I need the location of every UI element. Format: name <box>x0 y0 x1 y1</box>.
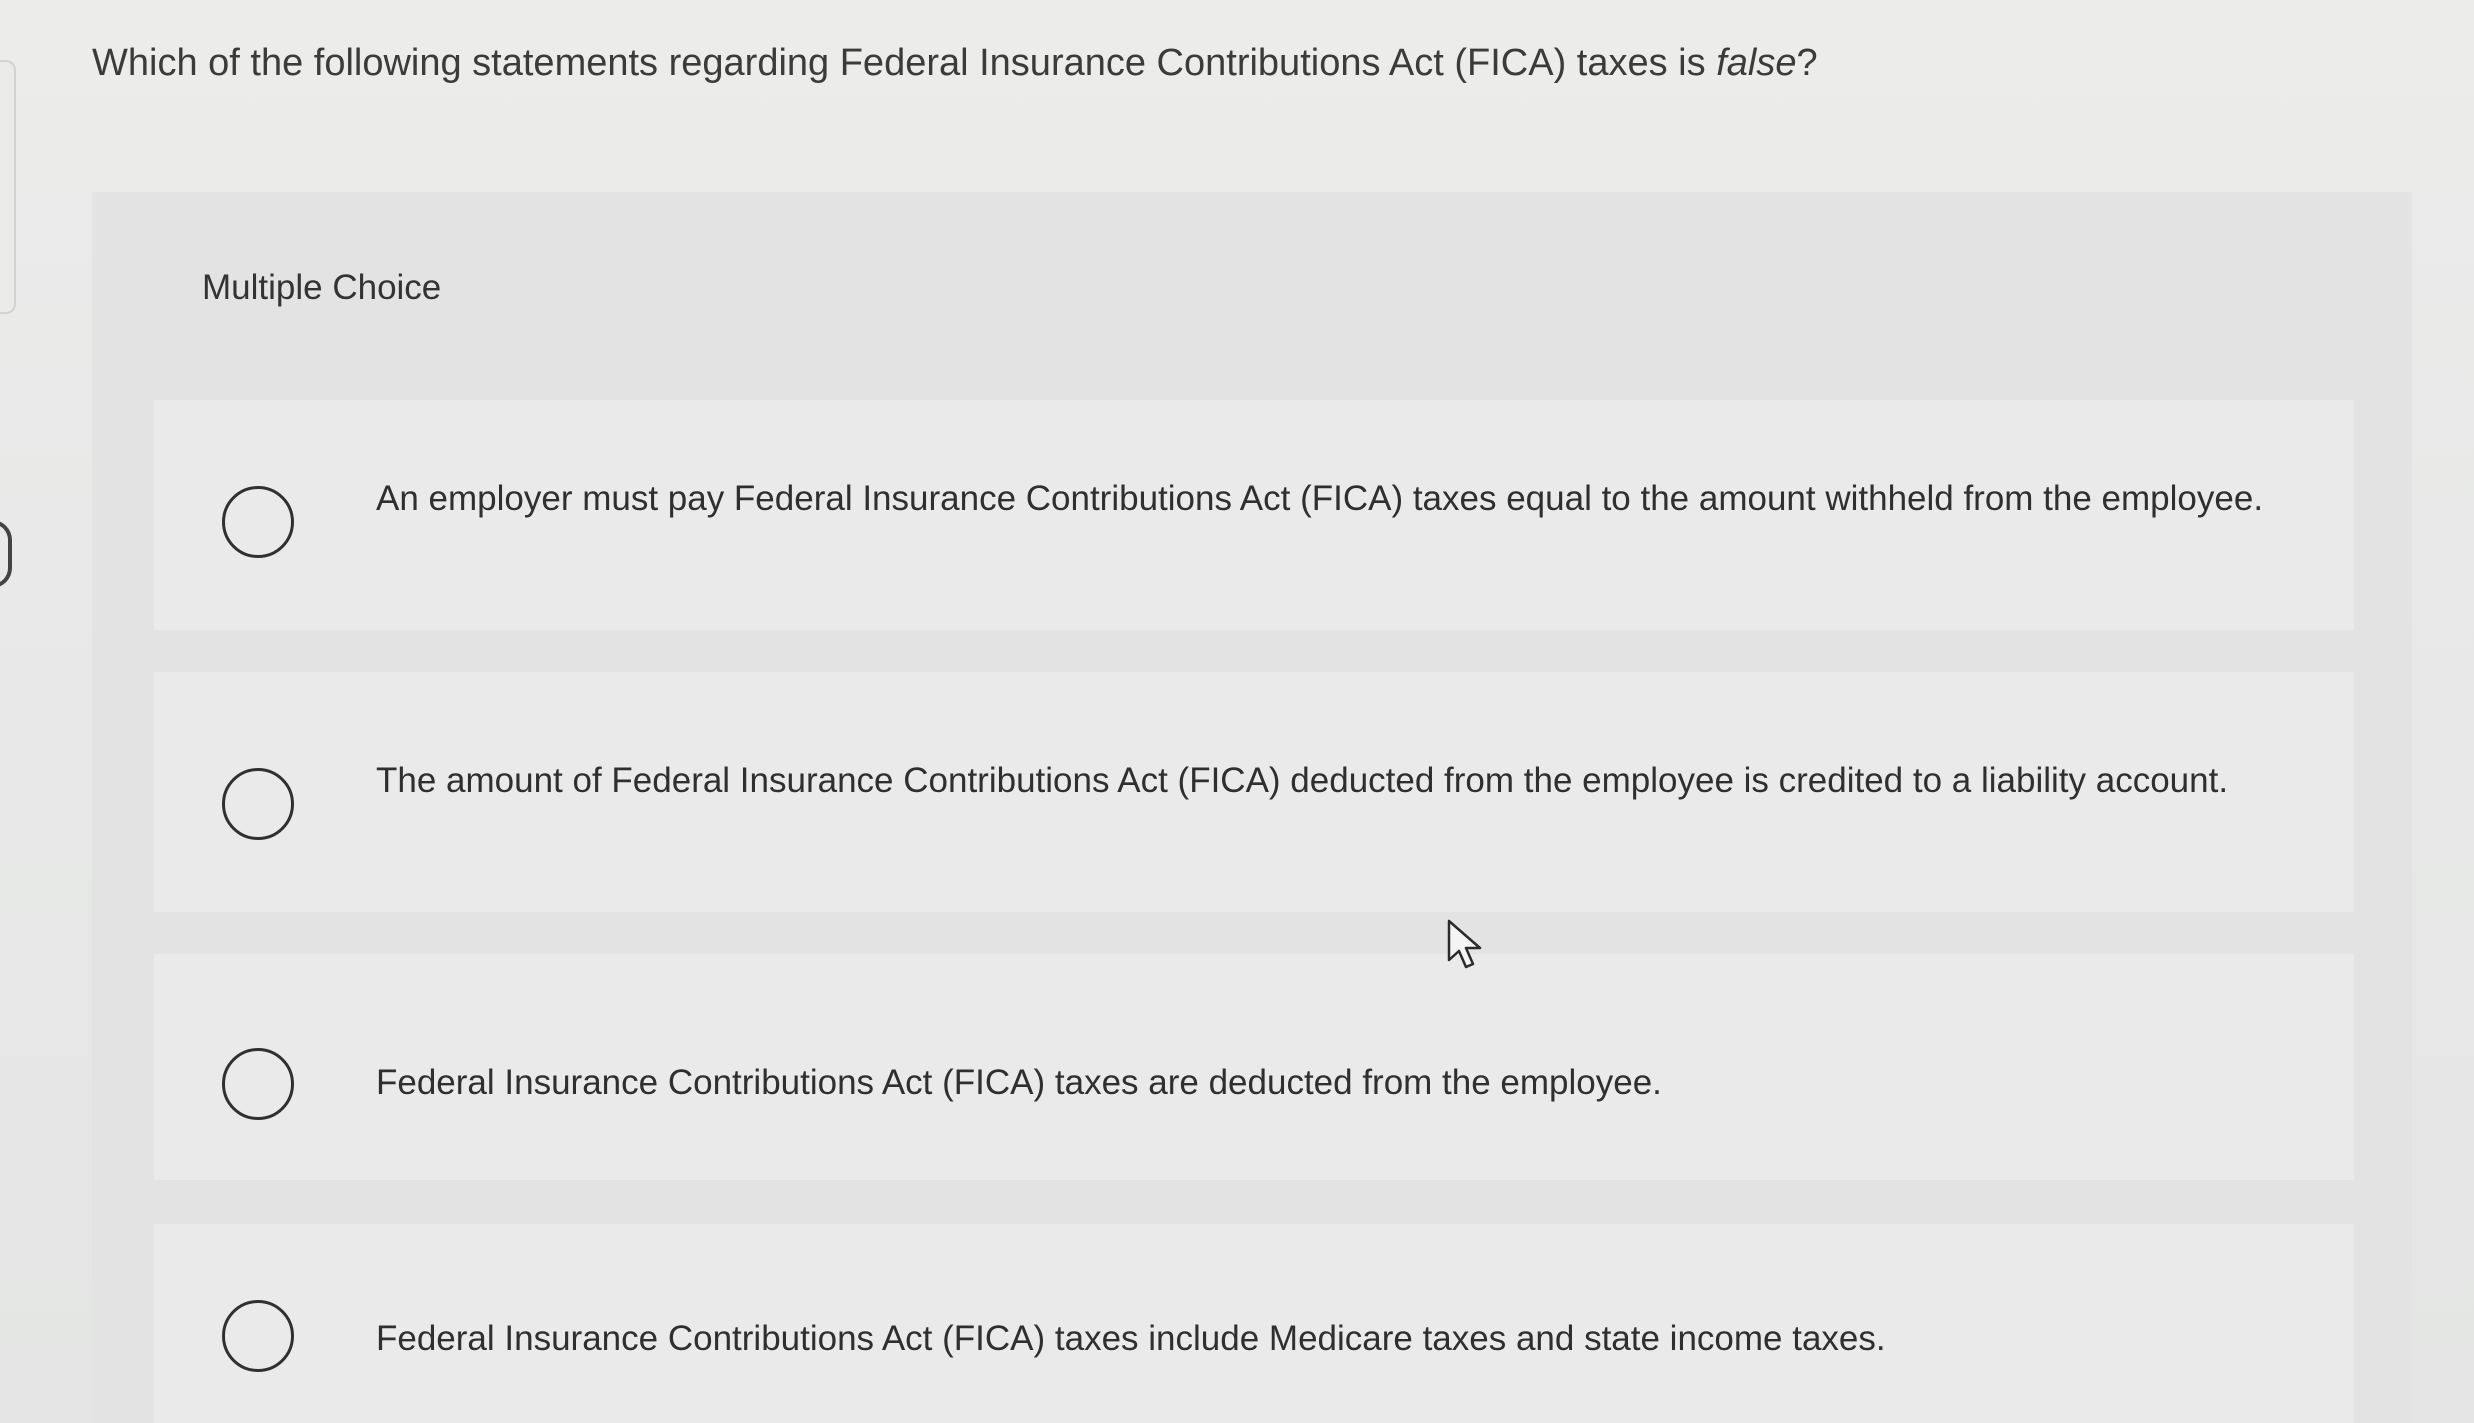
answer-panel: Multiple Choice An employer must pay Fed… <box>92 192 2412 1423</box>
radio-unselected-icon[interactable] <box>222 486 294 558</box>
option-3[interactable]: Federal Insurance Contributions Act (FIC… <box>154 954 2354 1180</box>
side-panel-edge <box>0 60 16 314</box>
option-4-text: Federal Insurance Contributions Act (FIC… <box>376 1319 1886 1358</box>
option-1-text: An employer must pay Federal Insurance C… <box>376 479 2264 518</box>
panel-header: Multiple Choice <box>202 268 442 307</box>
side-handle[interactable] <box>0 520 12 588</box>
option-3-text: Federal Insurance Contributions Act (FIC… <box>376 1063 1662 1102</box>
radio-unselected-icon[interactable] <box>222 1300 294 1372</box>
question-suffix: ? <box>1796 42 1818 84</box>
question-prefix: Which of the following statements regard… <box>92 42 1717 84</box>
question-text: Which of the following statements regard… <box>92 28 2392 98</box>
radio-unselected-icon[interactable] <box>222 1048 294 1120</box>
question-emphasis: false <box>1716 42 1797 84</box>
option-1[interactable]: An employer must pay Federal Insurance C… <box>154 400 2354 630</box>
option-2-text: The amount of Federal Insurance Contribu… <box>376 761 2229 800</box>
page: Which of the following statements regard… <box>0 0 2474 1423</box>
option-4[interactable]: Federal Insurance Contributions Act (FIC… <box>154 1224 2354 1423</box>
radio-unselected-icon[interactable] <box>222 768 294 840</box>
option-2[interactable]: The amount of Federal Insurance Contribu… <box>154 672 2354 912</box>
mouse-pointer-icon <box>1447 919 1482 969</box>
